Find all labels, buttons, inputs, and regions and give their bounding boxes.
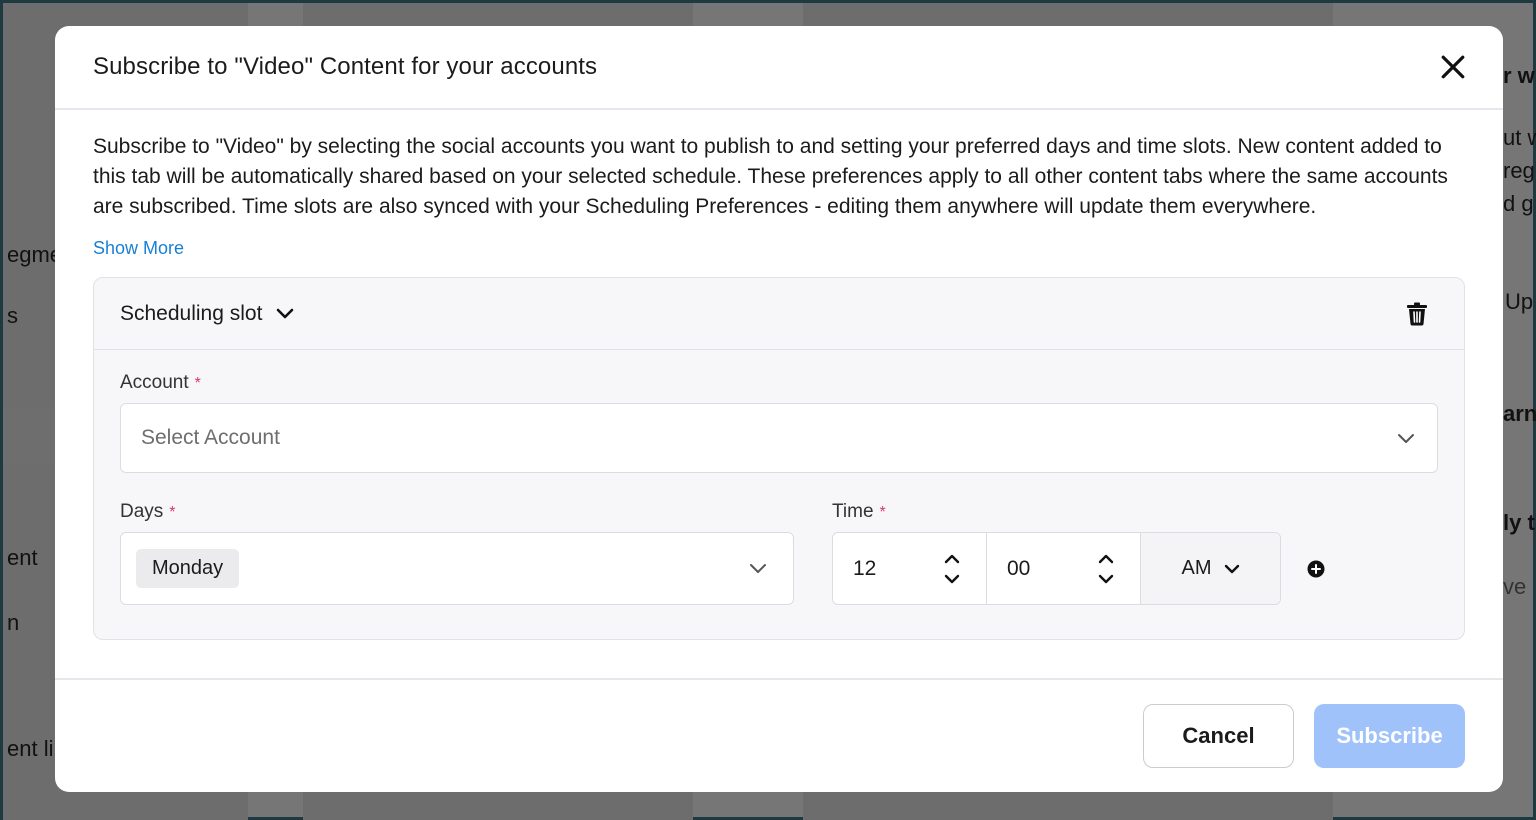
chevron-down-icon — [1398, 433, 1414, 443]
day-chip-monday[interactable]: Monday — [136, 549, 240, 588]
days-select[interactable]: Monday — [120, 532, 794, 605]
description-text: Subscribe to "Video" by selecting the so… — [93, 135, 1448, 218]
bg-text: Up — [1505, 289, 1534, 314]
show-more-link[interactable]: Show More — [93, 238, 184, 259]
minute-decrement-button[interactable] — [1098, 574, 1114, 584]
meridiem-select[interactable]: AM — [1141, 533, 1280, 604]
cancel-button[interactable]: Cancel — [1143, 704, 1294, 768]
chevron-up-icon — [1098, 554, 1114, 563]
modal-header: Subscribe to "Video" Content for your ac… — [55, 26, 1503, 110]
chevron-down-icon — [277, 308, 294, 318]
bg-text: r w — [1503, 63, 1535, 88]
account-label-text: Account — [120, 372, 189, 393]
bg-band — [3, 408, 63, 463]
subscribe-modal: Subscribe to "Video" Content for your ac… — [55, 26, 1503, 792]
minute-value: 00 — [1007, 556, 1031, 580]
modal-title: Subscribe to "Video" Content for your ac… — [93, 53, 598, 80]
chevron-down-icon — [1098, 574, 1114, 583]
account-placeholder: Select Account — [141, 426, 280, 449]
bg-text: s — [7, 303, 18, 328]
slot-content: Account * Select Account Days * Monday T… — [94, 350, 1464, 605]
chevron-down-icon — [1224, 564, 1239, 573]
account-select[interactable]: Select Account — [120, 403, 1438, 473]
subscribe-button[interactable]: Subscribe — [1314, 704, 1465, 768]
hour-increment-button[interactable] — [944, 554, 960, 564]
required-mark: * — [879, 504, 886, 521]
close-button[interactable] — [1435, 49, 1471, 85]
slot-header: Scheduling slot — [94, 278, 1464, 350]
bg-text: egme — [7, 242, 63, 267]
days-label-text: Days — [120, 501, 164, 522]
minute-increment-button[interactable] — [1098, 554, 1114, 564]
chevron-up-icon — [944, 554, 960, 563]
time-field: Time * 12 00 AM — [832, 501, 1325, 605]
bg-text: ly t — [1503, 510, 1535, 535]
hour-decrement-button[interactable] — [944, 574, 960, 584]
modal-footer: Cancel Subscribe — [55, 678, 1503, 792]
time-label: Time * — [832, 501, 1325, 523]
add-time-slot-button[interactable] — [1307, 560, 1325, 578]
account-label: Account * — [120, 372, 1438, 394]
plus-circle-icon — [1307, 560, 1325, 577]
bg-text: ent li — [7, 736, 54, 761]
chevron-down-icon — [944, 574, 960, 583]
time-picker: 12 00 AM — [832, 532, 1281, 605]
chevron-down-icon — [750, 564, 766, 573]
required-mark: * — [169, 504, 176, 521]
bg-text: ent — [7, 545, 38, 570]
modal-body: Subscribe to "Video" by selecting the so… — [55, 110, 1503, 640]
bg-text: n — [7, 610, 20, 635]
time-label-text: Time — [832, 501, 874, 522]
minute-input[interactable]: 00 — [987, 533, 1141, 604]
bg-text: arn — [1503, 401, 1536, 426]
days-field: Days * Monday — [120, 501, 794, 605]
hour-input[interactable]: 12 — [833, 533, 987, 604]
hour-value: 12 — [853, 556, 877, 580]
close-icon — [1441, 55, 1465, 79]
days-time-row: Days * Monday Time * 12 00 AM — [120, 501, 1438, 605]
slot-collapse-toggle[interactable]: Scheduling slot — [120, 302, 294, 326]
time-row: 12 00 AM — [832, 532, 1325, 605]
trash-icon — [1407, 302, 1427, 325]
slot-title: Scheduling slot — [120, 301, 263, 325]
minute-stepper — [1098, 554, 1114, 584]
delete-slot-button[interactable] — [1406, 302, 1428, 326]
bg-text: d g — [1503, 191, 1534, 216]
bg-text: reg — [1503, 158, 1535, 183]
scheduling-slot-card: Scheduling slot Account * Select Account… — [93, 277, 1465, 640]
bg-text: ve — [1503, 574, 1527, 599]
hour-stepper — [944, 554, 960, 584]
required-mark: * — [194, 375, 201, 392]
days-label: Days * — [120, 501, 794, 523]
bg-text: ut w — [1503, 125, 1536, 150]
meridiem-value: AM — [1181, 557, 1212, 579]
